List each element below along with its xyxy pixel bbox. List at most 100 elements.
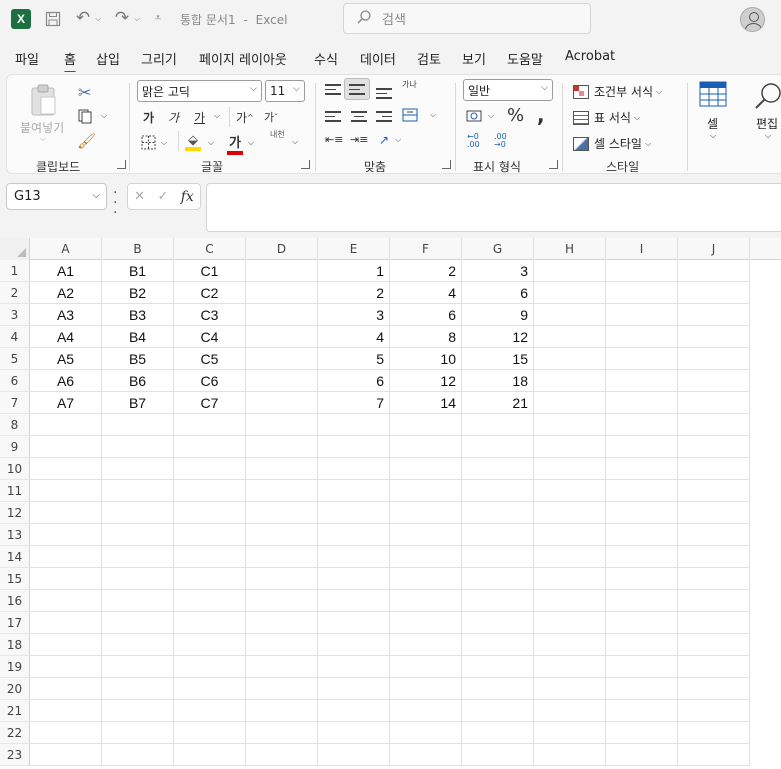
cell-c6[interactable]: C6: [174, 370, 246, 392]
align-right-icon[interactable]: [376, 111, 392, 123]
cell-f21[interactable]: [390, 700, 462, 722]
cell-b4[interactable]: B4: [102, 326, 174, 348]
cell-a5[interactable]: A5: [30, 348, 102, 370]
cell-c12[interactable]: [174, 502, 246, 524]
cell-b3[interactable]: B3: [102, 304, 174, 326]
cell-a21[interactable]: [30, 700, 102, 722]
cut-icon[interactable]: ✂: [78, 83, 91, 102]
cell-a4[interactable]: A4: [30, 326, 102, 348]
column-header-i[interactable]: I: [606, 238, 678, 260]
cell-b12[interactable]: [102, 502, 174, 524]
cell-b19[interactable]: [102, 656, 174, 678]
cell-f9[interactable]: [390, 436, 462, 458]
cell-b9[interactable]: [102, 436, 174, 458]
decrease-indent-icon[interactable]: ⇤≡: [325, 133, 343, 146]
cell-h17[interactable]: [534, 612, 606, 634]
column-header-d[interactable]: D: [246, 238, 318, 260]
cell-d5[interactable]: [246, 348, 318, 370]
cell-j8[interactable]: [678, 414, 750, 436]
cell-d13[interactable]: [246, 524, 318, 546]
cell-e6[interactable]: 6: [318, 370, 390, 392]
cell-i15[interactable]: [606, 568, 678, 590]
cell-j17[interactable]: [678, 612, 750, 634]
cell-i10[interactable]: [606, 458, 678, 480]
cell-g11[interactable]: [462, 480, 534, 502]
cell-f11[interactable]: [390, 480, 462, 502]
cell-c4[interactable]: C4: [174, 326, 246, 348]
cell-h1[interactable]: [534, 260, 606, 282]
tab-help[interactable]: 도움말: [507, 49, 543, 68]
column-header-j[interactable]: J: [678, 238, 750, 260]
cell-f2[interactable]: 4: [390, 282, 462, 304]
cell-c19[interactable]: [174, 656, 246, 678]
cell-h5[interactable]: [534, 348, 606, 370]
merge-center-icon[interactable]: ⌵: [402, 108, 436, 122]
cell-j20[interactable]: [678, 678, 750, 700]
cell-a22[interactable]: [30, 722, 102, 744]
cell-i18[interactable]: [606, 634, 678, 656]
cell-d21[interactable]: [246, 700, 318, 722]
cell-j21[interactable]: [678, 700, 750, 722]
cell-e8[interactable]: [318, 414, 390, 436]
cell-d6[interactable]: [246, 370, 318, 392]
cell-e18[interactable]: [318, 634, 390, 656]
cell-g12[interactable]: [462, 502, 534, 524]
row-header-19[interactable]: 19: [0, 656, 30, 678]
cell-d18[interactable]: [246, 634, 318, 656]
format-as-table-button[interactable]: 표 서식 ⌵: [573, 109, 640, 126]
row-header-21[interactable]: 21: [0, 700, 30, 722]
formula-input[interactable]: [206, 183, 781, 232]
cell-i13[interactable]: [606, 524, 678, 546]
cell-e4[interactable]: 4: [318, 326, 390, 348]
cell-a8[interactable]: [30, 414, 102, 436]
cell-d20[interactable]: [246, 678, 318, 700]
cell-j9[interactable]: [678, 436, 750, 458]
cell-c16[interactable]: [174, 590, 246, 612]
alignment-launcher-icon[interactable]: [442, 160, 451, 169]
cell-f12[interactable]: [390, 502, 462, 524]
cell-j14[interactable]: [678, 546, 750, 568]
cell-f1[interactable]: 2: [390, 260, 462, 282]
cell-d14[interactable]: [246, 546, 318, 568]
cell-b10[interactable]: [102, 458, 174, 480]
cell-a7[interactable]: A7: [30, 392, 102, 414]
row-header-10[interactable]: 10: [0, 458, 30, 480]
cells-icon[interactable]: [699, 81, 727, 107]
phonetic-dropdown-icon[interactable]: ⌵: [292, 137, 298, 147]
cell-e15[interactable]: [318, 568, 390, 590]
cell-j7[interactable]: [678, 392, 750, 414]
column-header-h[interactable]: H: [534, 238, 606, 260]
cell-j15[interactable]: [678, 568, 750, 590]
fill-color-icon[interactable]: ⬙: [185, 133, 201, 151]
cell-h7[interactable]: [534, 392, 606, 414]
cell-d19[interactable]: [246, 656, 318, 678]
wrap-text-icon[interactable]: 가나: [402, 81, 417, 89]
cell-f3[interactable]: 6: [390, 304, 462, 326]
fill-color-dropdown-icon[interactable]: ⌵: [208, 138, 214, 148]
cell-f15[interactable]: [390, 568, 462, 590]
cell-a23[interactable]: [30, 744, 102, 766]
row-header-7[interactable]: 7: [0, 392, 30, 414]
find-icon[interactable]: [753, 81, 781, 111]
cell-c20[interactable]: [174, 678, 246, 700]
row-header-3[interactable]: 3: [0, 304, 30, 326]
cell-e3[interactable]: 3: [318, 304, 390, 326]
cell-f7[interactable]: 14: [390, 392, 462, 414]
comma-style-button[interactable]: ,: [537, 103, 545, 127]
cell-j19[interactable]: [678, 656, 750, 678]
row-header-8[interactable]: 8: [0, 414, 30, 436]
cell-styles-button[interactable]: 셀 스타일 ⌵: [573, 135, 651, 152]
cell-h10[interactable]: [534, 458, 606, 480]
undo-dropdown-icon[interactable]: ⌵: [94, 14, 102, 24]
cell-i16[interactable]: [606, 590, 678, 612]
column-header-f[interactable]: F: [390, 238, 462, 260]
tab-view[interactable]: 보기: [462, 49, 486, 68]
row-header-23[interactable]: 23: [0, 744, 30, 766]
cell-j3[interactable]: [678, 304, 750, 326]
cell-j22[interactable]: [678, 722, 750, 744]
tab-draw[interactable]: 그리기: [141, 49, 177, 68]
customize-qat-icon[interactable]: ⩡: [152, 11, 164, 24]
row-header-22[interactable]: 22: [0, 722, 30, 744]
cell-c1[interactable]: C1: [174, 260, 246, 282]
cell-b15[interactable]: [102, 568, 174, 590]
